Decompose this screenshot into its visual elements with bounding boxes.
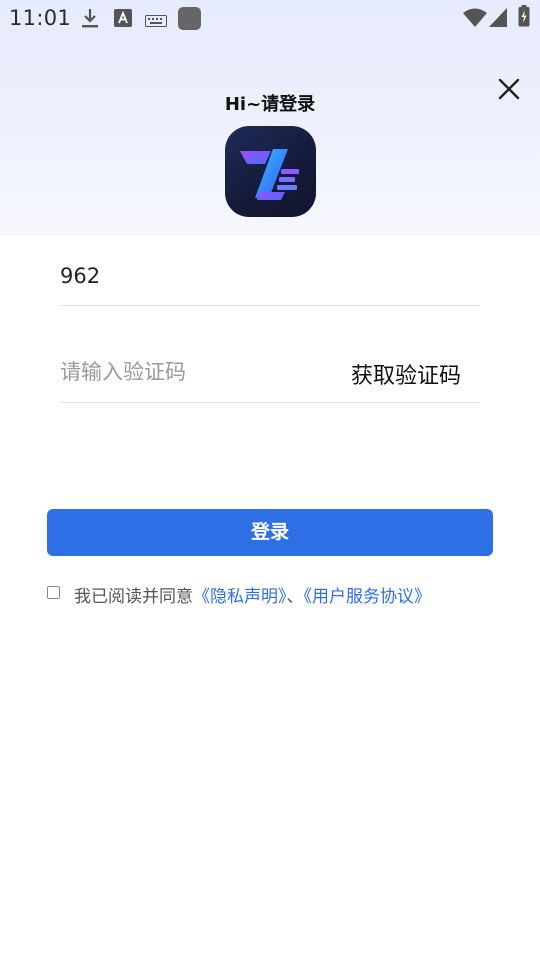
app-logo [225, 126, 316, 217]
phone-input[interactable] [60, 256, 330, 296]
page-title: Hi~请登录 [224, 94, 316, 115]
keyboard-icon [145, 12, 167, 31]
cellular-signal-icon [489, 8, 507, 31]
phone-field-row [60, 252, 480, 306]
battery-charging-icon [518, 5, 530, 31]
code-field-row: 获取验证码 [60, 348, 480, 403]
close-button[interactable] [494, 74, 524, 104]
verification-code-input[interactable] [60, 352, 330, 392]
login-button[interactable]: 登录 [47, 509, 493, 556]
status-bar: 11:01 [0, 0, 540, 36]
status-time: 11:01 [9, 6, 72, 30]
download-icon [80, 7, 100, 33]
wifi-icon [463, 8, 487, 32]
get-code-button[interactable]: 获取验证码 [351, 358, 461, 390]
app-square-icon [178, 7, 201, 34]
app-logo-mark-icon [240, 149, 299, 200]
agreement-separator: 、 [286, 587, 304, 607]
font-a-icon [114, 9, 132, 31]
user-agreement-link[interactable]: 《用户服务协议》 [304, 587, 432, 607]
agreement-text: 我已阅读并同意《隐私声明》、《用户服务协议》 [74, 582, 431, 607]
agreement-prefix: 我已阅读并同意 [74, 587, 193, 607]
agreement-checkbox[interactable] [47, 586, 60, 599]
close-icon [498, 78, 520, 100]
privacy-policy-link[interactable]: 《隐私声明》 [193, 587, 287, 607]
